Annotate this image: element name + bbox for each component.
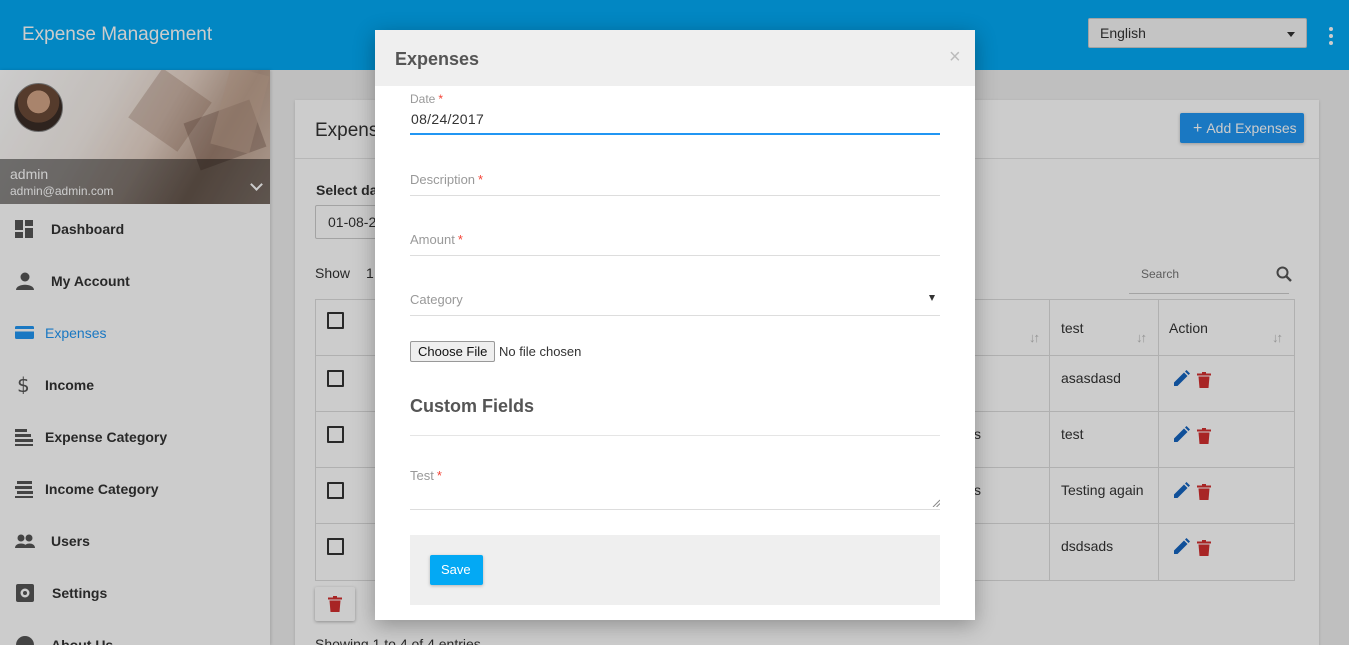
close-icon[interactable]: × — [949, 46, 961, 69]
form-footer: Save — [410, 535, 940, 605]
modal-title: Expenses — [395, 49, 480, 69]
file-status: No file chosen — [499, 344, 582, 359]
date-value: 08/24/2017 — [411, 111, 485, 127]
resize-handle-icon[interactable] — [932, 499, 940, 507]
description-label: Description * — [410, 172, 484, 187]
description-field[interactable]: Description * — [410, 170, 940, 200]
modal-header: Expenses × — [375, 30, 975, 86]
divider — [410, 435, 940, 436]
save-button[interactable]: Save — [430, 555, 483, 585]
expenses-modal: Expenses × Date * 08/24/2017 Description *… — [375, 30, 975, 620]
category-label: Category — [410, 292, 463, 307]
test-textarea[interactable]: Test * — [410, 466, 940, 510]
custom-fields-title: Custom Fields — [410, 396, 535, 416]
choose-file-button[interactable]: Choose File — [410, 341, 495, 362]
amount-field[interactable]: Amount * — [410, 230, 940, 260]
date-label: Date * — [410, 92, 444, 106]
category-select[interactable]: Category — [410, 290, 940, 320]
caret-down-icon — [929, 295, 935, 301]
amount-label: Amount * — [410, 232, 463, 247]
test-label: Test * — [410, 468, 442, 483]
date-field[interactable]: Date * 08/24/2017 — [410, 90, 940, 136]
